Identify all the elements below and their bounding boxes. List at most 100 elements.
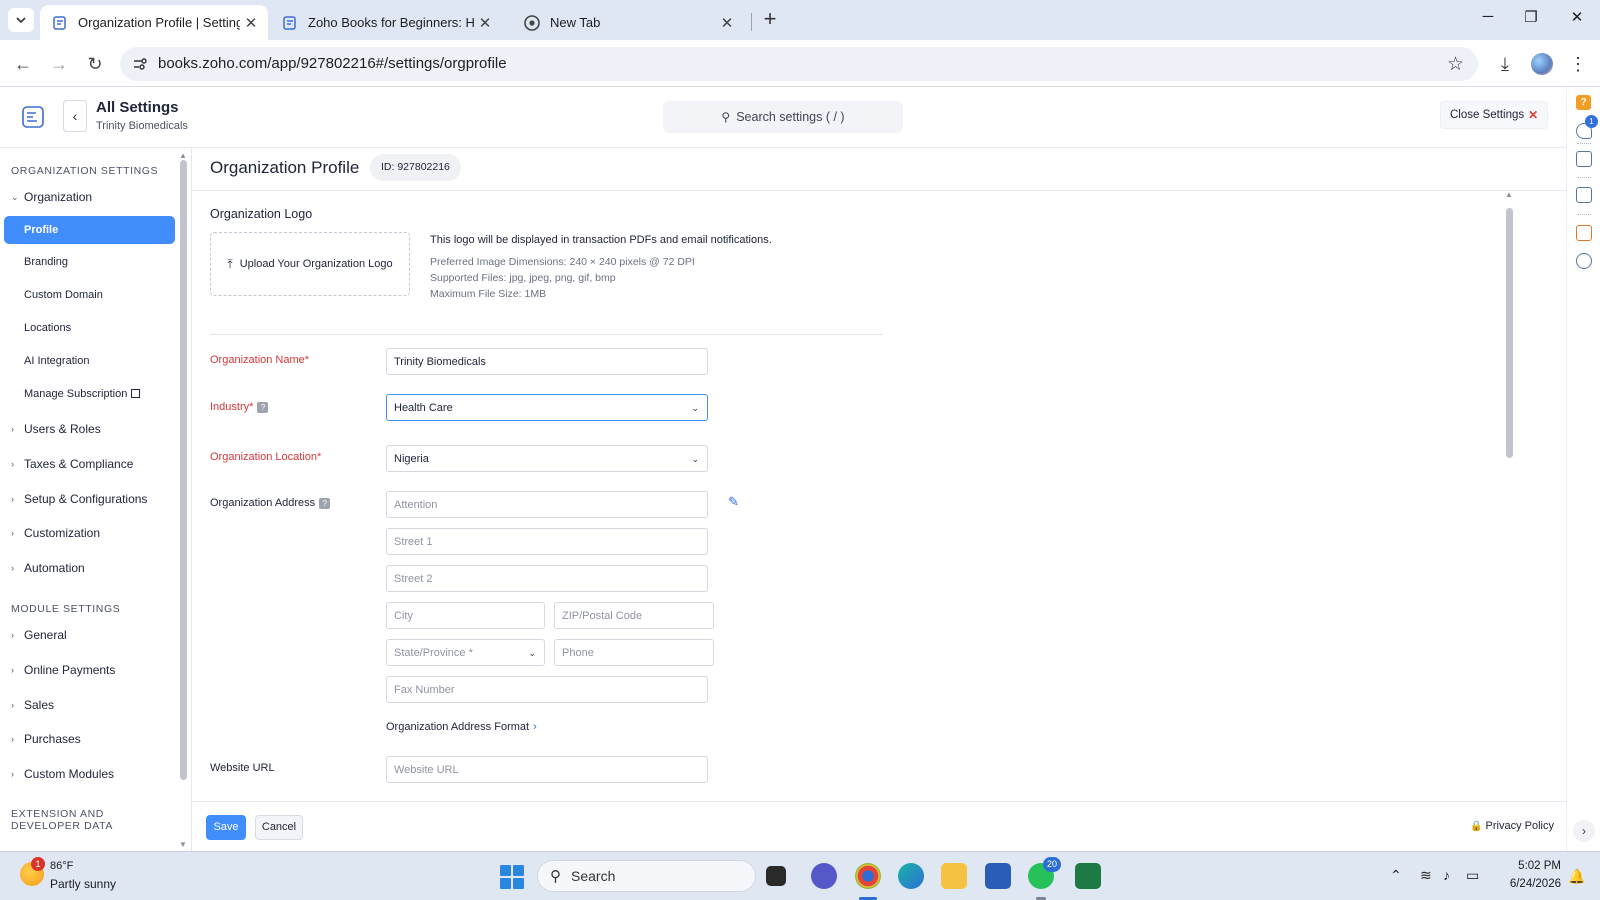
- zoho-books-logo-icon[interactable]: [20, 104, 46, 130]
- fax-number-field[interactable]: Fax Number: [386, 676, 708, 703]
- download-icon[interactable]: ⤓: [1491, 50, 1519, 78]
- industry-select[interactable]: Health Care ⌄: [386, 394, 708, 421]
- edge-icon[interactable]: [898, 863, 924, 889]
- sidebar-scrollbar[interactable]: [180, 160, 187, 780]
- more-menu-icon[interactable]: ⋮: [1564, 50, 1592, 78]
- chevron-right-icon: ›: [11, 700, 14, 710]
- bookmark-star-icon[interactable]: ☆: [1447, 53, 1464, 76]
- address-format-link[interactable]: Organization Address Format ›: [386, 721, 537, 733]
- sidebar-item-ai-integration[interactable]: AI Integration: [24, 355, 89, 367]
- cancel-button[interactable]: Cancel: [255, 815, 303, 840]
- pencil-edit-icon[interactable]: ✎: [728, 494, 739, 510]
- search-settings-input[interactable]: ⚲ Search settings ( / ): [663, 101, 903, 133]
- sidebar-scroll-down-icon[interactable]: ▼: [179, 840, 187, 849]
- url-text: books.zoho.com/app/927802216#/settings/o…: [158, 55, 507, 72]
- phone-field[interactable]: Phone: [554, 639, 714, 666]
- sidebar-group-setup[interactable]: › Setup & Configurations: [11, 492, 147, 506]
- sidebar-group-automation[interactable]: › Automation: [11, 561, 85, 575]
- battery-icon[interactable]: ▭: [1466, 867, 1479, 884]
- chrome-icon[interactable]: [855, 863, 881, 889]
- close-tab-icon[interactable]: ✕: [716, 14, 738, 32]
- zip-code-field[interactable]: ZIP/Postal Code: [554, 602, 714, 629]
- help-question-icon[interactable]: ?: [319, 497, 331, 509]
- sidebar-group-users-roles[interactable]: › Users & Roles: [11, 422, 101, 436]
- browser-tab[interactable]: Zoho Books for Beginners: How ✕: [270, 5, 502, 40]
- microsoft-store-icon[interactable]: [985, 863, 1011, 889]
- sidebar-group-purchases[interactable]: › Purchases: [11, 732, 81, 746]
- sidebar-group-sales[interactable]: › Sales: [11, 698, 54, 712]
- privacy-policy-link[interactable]: 🔒 Privacy Policy: [1470, 820, 1554, 832]
- sidebar-item-locations[interactable]: Locations: [24, 322, 71, 334]
- taskbar-search[interactable]: ⚲ Search: [537, 860, 756, 892]
- organization-location-select[interactable]: Nigeria ⌄: [386, 445, 708, 472]
- profile-avatar[interactable]: [1531, 53, 1553, 75]
- close-tab-icon[interactable]: ✕: [474, 14, 496, 32]
- main-scrollbar[interactable]: [1506, 208, 1513, 458]
- volume-icon[interactable]: ♪: [1443, 867, 1450, 883]
- support-icon[interactable]: [1576, 253, 1592, 269]
- organization-name-field[interactable]: Trinity Biomedicals: [386, 348, 708, 375]
- minimize-button[interactable]: ─: [1468, 8, 1508, 32]
- city-field[interactable]: City: [386, 602, 545, 629]
- close-window-button[interactable]: ✕: [1557, 8, 1597, 32]
- street1-field[interactable]: Street 1: [386, 528, 708, 555]
- sidebar-item-manage-subscription[interactable]: Manage Subscription: [24, 388, 141, 400]
- back-arrow-icon[interactable]: ←: [10, 51, 36, 77]
- forward-arrow-icon[interactable]: →: [46, 51, 72, 77]
- close-settings-button[interactable]: Close Settings ✕: [1440, 101, 1549, 129]
- street2-field[interactable]: Street 2: [386, 565, 708, 592]
- close-icon: ✕: [1528, 108, 1539, 122]
- sidebar-group-label: General: [24, 628, 67, 642]
- sidebar-item-profile[interactable]: Profile: [4, 216, 175, 244]
- sidebar-scroll-up-icon[interactable]: ▲: [179, 151, 187, 160]
- sidebar-group-customization[interactable]: › Customization: [11, 526, 100, 540]
- chevron-right-icon: ›: [11, 459, 14, 469]
- upload-logo-button[interactable]: ⤒ Upload Your Organization Logo: [210, 232, 410, 296]
- save-button[interactable]: Save: [206, 815, 246, 840]
- wifi-icon[interactable]: ≋: [1420, 867, 1432, 884]
- sidebar-group-taxes[interactable]: › Taxes & Compliance: [11, 457, 133, 471]
- teams-icon[interactable]: [811, 863, 837, 889]
- back-button[interactable]: ‹: [63, 100, 87, 132]
- website-url-field[interactable]: Website URL: [386, 756, 708, 783]
- reload-icon[interactable]: ↻: [82, 51, 108, 77]
- browser-tab[interactable]: New Tab ✕: [512, 5, 744, 40]
- tab-title: Organization Profile | Settings |: [78, 15, 240, 30]
- site-settings-icon[interactable]: [132, 56, 148, 72]
- clock-time[interactable]: 5:02 PM: [1485, 860, 1561, 872]
- sidebar-group-label: Automation: [24, 561, 85, 575]
- help-icon[interactable]: ?: [1576, 95, 1591, 110]
- chevron-up-icon[interactable]: ⌃: [1390, 867, 1402, 884]
- browser-tab-active[interactable]: Organization Profile | Settings | ✕: [40, 5, 268, 40]
- help-question-icon[interactable]: ?: [257, 401, 269, 413]
- whats-new-icon[interactable]: [1576, 151, 1592, 167]
- sidebar-group-custom-modules[interactable]: › Custom Modules: [11, 767, 114, 781]
- sidebar-group-label: Custom Modules: [24, 767, 115, 781]
- sidebar-item-custom-domain[interactable]: Custom Domain: [24, 289, 103, 301]
- notification-bell-icon[interactable]: 🔔: [1568, 868, 1585, 885]
- close-tab-icon[interactable]: ✕: [240, 14, 262, 32]
- chevron-right-icon[interactable]: ›: [1573, 820, 1595, 842]
- sidebar-item-branding[interactable]: Branding: [24, 256, 68, 268]
- address-bar[interactable]: books.zoho.com/app/927802216#/settings/o…: [120, 47, 1478, 81]
- scroll-up-icon[interactable]: ▲: [1505, 190, 1513, 199]
- attention-field[interactable]: Attention: [386, 491, 708, 518]
- feedback-icon[interactable]: [1576, 187, 1592, 203]
- new-tab-button[interactable]: +: [758, 8, 782, 32]
- task-view-icon[interactable]: [766, 866, 786, 886]
- excel-icon[interactable]: [1075, 863, 1101, 889]
- clock-date[interactable]: 6/24/2026: [1485, 878, 1561, 890]
- maximize-button[interactable]: ❐: [1511, 8, 1551, 32]
- sidebar-group-online-payments[interactable]: › Online Payments: [11, 663, 115, 677]
- file-explorer-icon[interactable]: [941, 863, 967, 889]
- app-directory-icon[interactable]: [1576, 225, 1592, 241]
- windows-start-icon[interactable]: [500, 865, 524, 889]
- windows-taskbar: 1 86°F Partly sunny ⚲ Search 20 ⌃ ≋ ♪ ▭ …: [0, 851, 1600, 900]
- state-province-select[interactable]: State/Province * ⌄: [386, 639, 545, 666]
- taskbar-search-label: Search: [571, 868, 616, 884]
- organization-address-label: Organization Address?: [210, 497, 331, 509]
- tab-search-button[interactable]: [8, 8, 34, 32]
- sidebar-section-organization: ORGANIZATION SETTINGS: [11, 165, 159, 177]
- sidebar-group-general[interactable]: › General: [11, 628, 67, 642]
- sidebar-group-organization[interactable]: ⌄ Organization: [11, 190, 92, 204]
